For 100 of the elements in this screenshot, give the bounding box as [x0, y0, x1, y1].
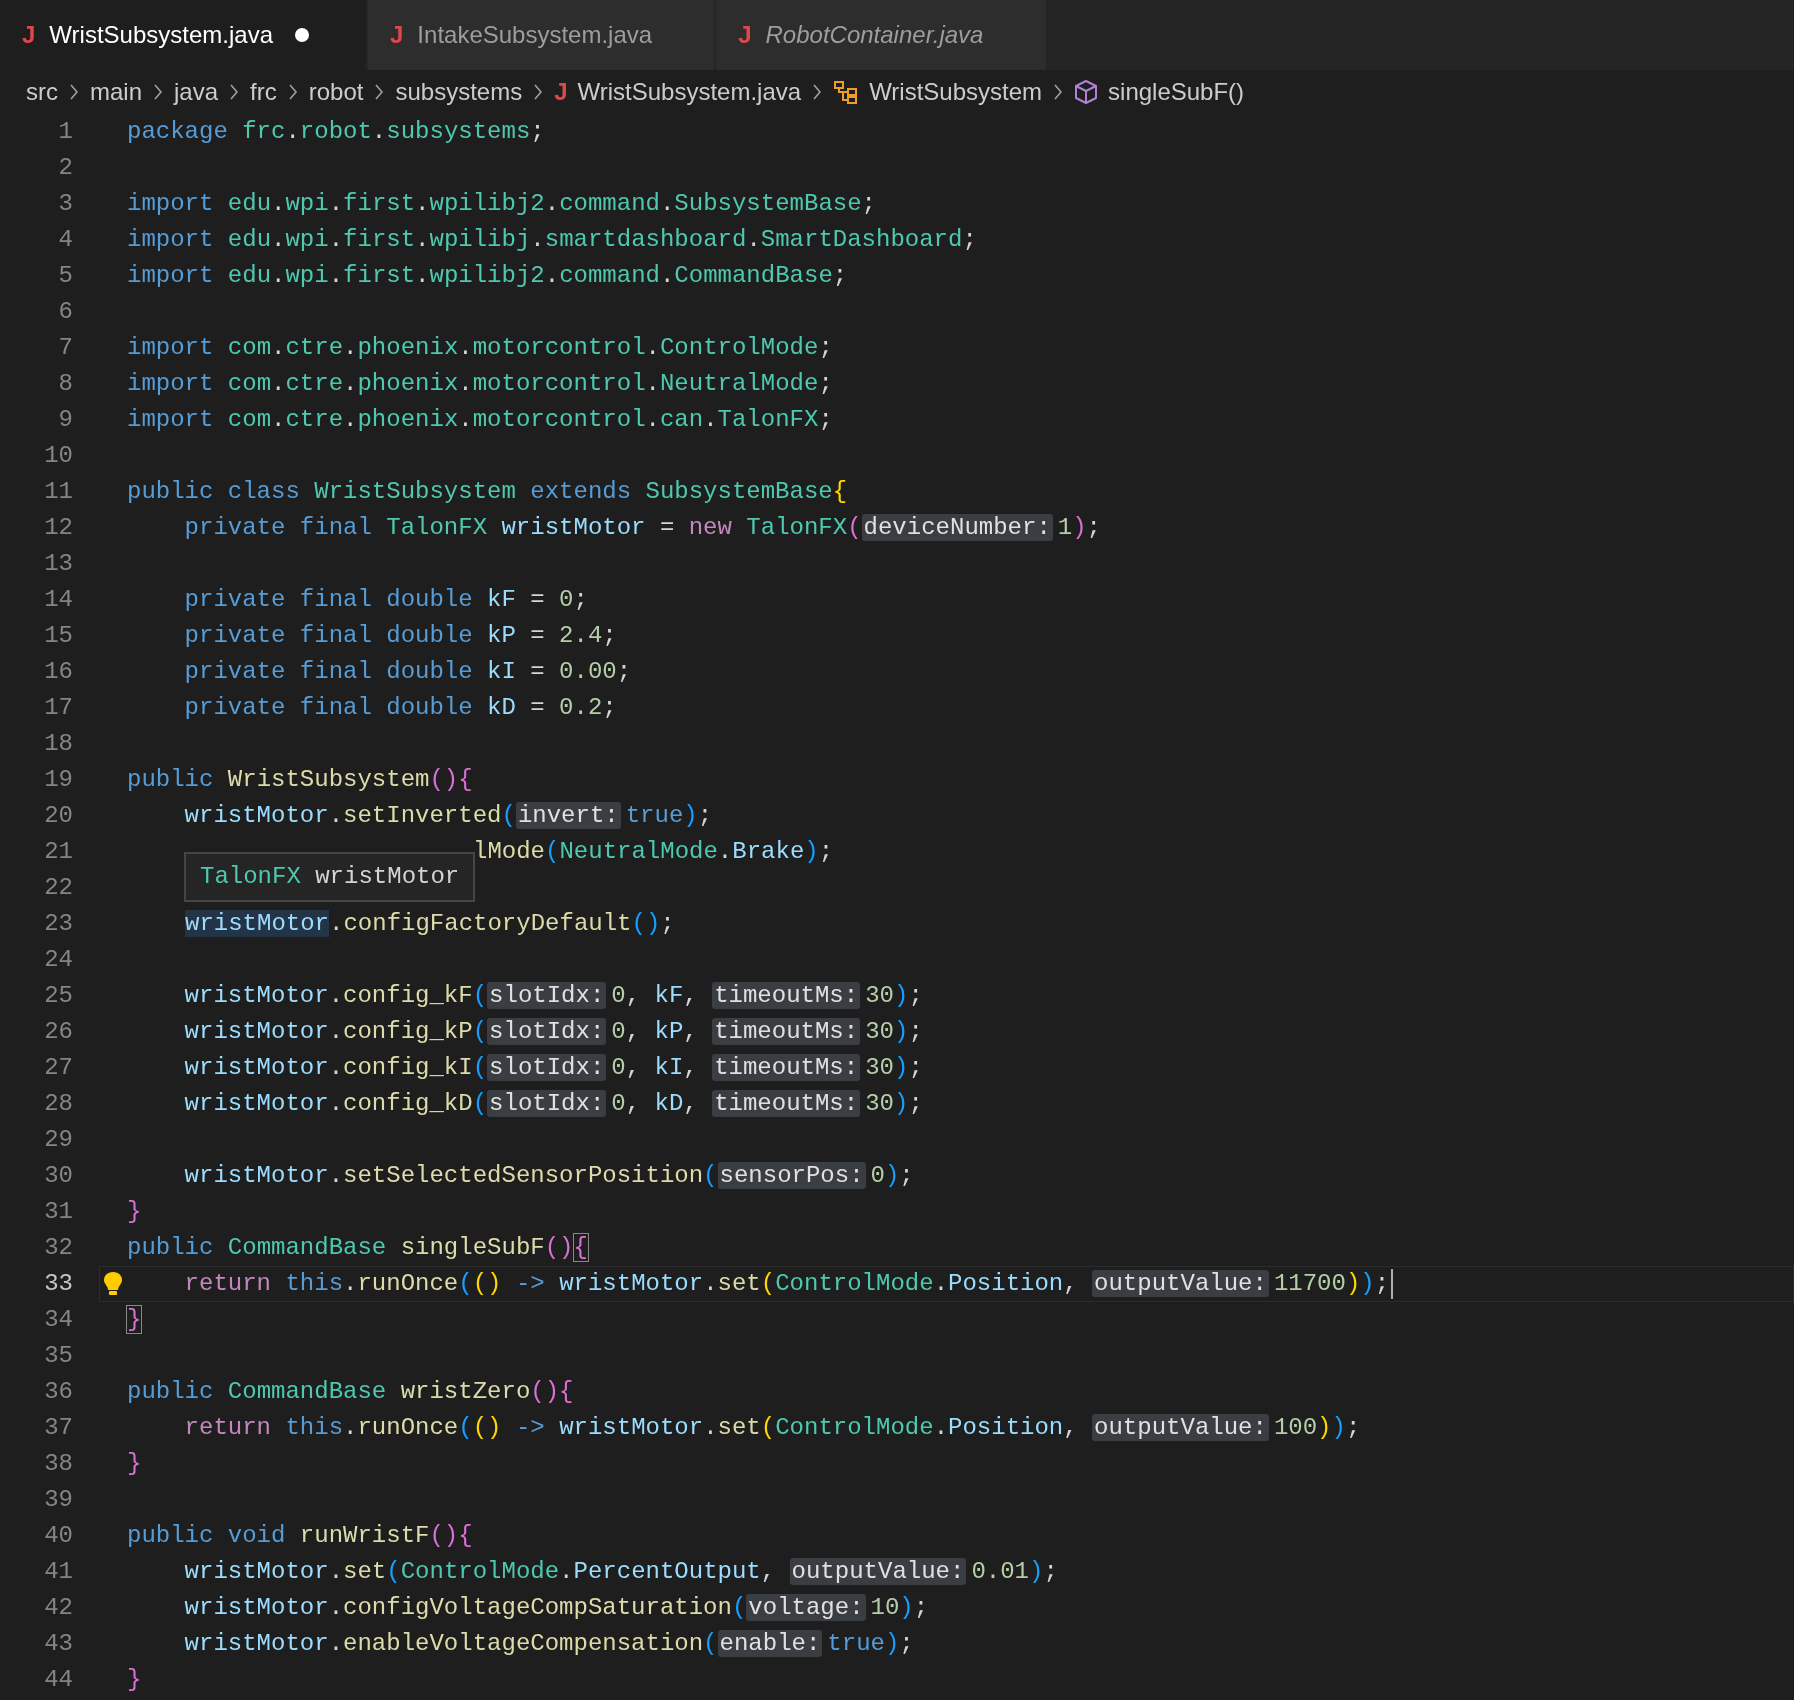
breadcrumb-item[interactable]: robot: [308, 78, 364, 106]
line-number: 5: [57, 261, 73, 291]
code-line: wristMotor.config_kI(slotIdx: 0, kI, timeoutMs: 30);: [183, 1053, 924, 1083]
line-number: 7: [57, 333, 73, 363]
code-line: wristMotor.config_kF(slotIdx: 0, kF, timeoutMs: 30);: [183, 981, 924, 1011]
breadcrumb-item[interactable]: java: [174, 78, 219, 106]
java-file-icon: J: [738, 21, 752, 49]
code-line: }: [126, 1665, 143, 1695]
code-line: }: [126, 1305, 143, 1335]
line-number: 29: [43, 1125, 73, 1155]
cube-icon: [1074, 79, 1099, 105]
class-icon: [833, 79, 860, 105]
code-line: public void runWristF(){: [126, 1521, 474, 1551]
code-line: import com.ctre.phoenix.motorcontrol.ControlMode;: [126, 333, 834, 363]
line-number: 10: [43, 441, 73, 471]
line-number: 21: [43, 837, 73, 867]
java-file-icon: J: [22, 21, 36, 49]
code-line: import edu.wpi.first.wpilibj2.command.CommandBase;: [126, 261, 849, 291]
line-number: 34: [43, 1305, 73, 1335]
unsaved-dot: [295, 28, 309, 42]
breadcrumb-item[interactable]: WristSubsystem.java: [577, 78, 802, 106]
code-line: private final double kI = 0.00;: [183, 657, 633, 687]
lightbulb-icon[interactable]: [102, 1270, 124, 1298]
line-number: 33: [43, 1269, 73, 1299]
breadcrumb-item[interactable]: singleSubF(): [1108, 78, 1245, 106]
line-number: 9: [57, 405, 73, 435]
code-line: import edu.wpi.first.wpilibj.smartdashboard.SmartDashboard;: [126, 225, 978, 255]
line-number: 1: [57, 117, 73, 147]
chevron-icon: [152, 82, 165, 102]
code-line: public CommandBase wristZero(){: [126, 1377, 575, 1407]
line-number: 19: [43, 765, 73, 795]
line-number: 42: [43, 1593, 73, 1623]
line-number: 8: [57, 369, 73, 399]
line-number: 26: [43, 1017, 73, 1047]
line-number: 12: [43, 513, 73, 543]
line-number: 36: [43, 1377, 73, 1407]
code-line: wristMotor.enableVoltageCompensation(enable: true);: [183, 1629, 915, 1659]
line-number: 25: [43, 981, 73, 1011]
code-line: private final double kF = 0;: [183, 585, 589, 615]
code-line: wristMotor.configVoltageCompSaturation(voltage: 10);: [183, 1593, 930, 1623]
code-line: private final double kP = 2.4;: [183, 621, 618, 651]
line-number: 35: [43, 1341, 73, 1371]
breadcrumb-item[interactable]: frc: [250, 78, 277, 106]
line-number: 2: [57, 153, 73, 183]
chevron-icon: [286, 82, 299, 102]
code-line: wristMotor.config_kD(slotIdx: 0, kD, timeoutMs: 30);: [183, 1089, 924, 1119]
chevron-icon: [532, 82, 545, 102]
chevron-icon: [1052, 82, 1065, 102]
code-line: import edu.wpi.first.wpilibj2.command.SubsystemBase;: [126, 189, 877, 219]
code-line: public WristSubsystem(){: [126, 765, 474, 795]
code-line: wristMotor.setSelectedSensorPosition(sensorPos: 0);: [183, 1161, 915, 1191]
breadcrumb-item[interactable]: WristSubsystem: [869, 78, 1043, 106]
line-number: 11: [43, 477, 73, 507]
java-file-icon: J: [554, 78, 568, 106]
breadcrumb-item[interactable]: src: [26, 78, 58, 106]
chevron-icon: [68, 82, 80, 102]
line-number: 15: [43, 621, 73, 651]
code-line: wristMotor.config_kP(slotIdx: 0, kP, timeoutMs: 30);: [183, 1017, 924, 1047]
breadcrumb-item[interactable]: main: [90, 78, 143, 106]
line-number: 4: [57, 225, 73, 255]
code-line: return this.runOnce(() -> wristMotor.set(ControlMode.Position, outputValue: 100));: [183, 1413, 1362, 1443]
line-number: 14: [43, 585, 73, 615]
chevron-icon: [373, 82, 386, 102]
line-number: 43: [43, 1629, 73, 1659]
line-number: 22: [43, 873, 73, 903]
code-line: wristMotor.configFactoryDefault();: [184, 909, 676, 939]
code-line: import com.ctre.phoenix.motorcontrol.can.TalonFX;: [126, 405, 834, 435]
line-number: 41: [43, 1557, 73, 1587]
editor-tab[interactable]: J WristSubsystem.java: [0, 0, 366, 70]
breadcrumb-item[interactable]: subsystems: [395, 78, 523, 106]
line-number: 30: [43, 1161, 73, 1191]
line-number: 44: [43, 1665, 73, 1695]
editor-tab[interactable]: J IntakeSubsystem.java: [368, 0, 715, 70]
code-line: wristMotor.setInverted(invert: true);: [183, 801, 714, 831]
line-number: 24: [43, 945, 73, 975]
chevron-icon: [811, 82, 824, 102]
line-number: 20: [43, 801, 73, 831]
hover-tooltip: TalonFX wristMotor: [184, 852, 476, 902]
line-number: 27: [43, 1053, 73, 1083]
line-number: 18: [43, 729, 73, 759]
line-number: 28: [43, 1089, 73, 1119]
code-line: }: [126, 1449, 143, 1479]
line-number: 23: [43, 909, 73, 939]
editor-tab[interactable]: J RobotContainer.java: [716, 0, 1047, 70]
line-number: 38: [43, 1449, 73, 1479]
line-number: 37: [43, 1413, 73, 1443]
code-line: import com.ctre.phoenix.motorcontrol.NeutralMode;: [126, 369, 834, 399]
line-number: 32: [43, 1233, 73, 1263]
chevron-icon: [228, 82, 241, 102]
line-number: 3: [57, 189, 73, 219]
line-number: 17: [43, 693, 73, 723]
line-number: 13: [43, 549, 73, 579]
code-line: public CommandBase singleSubF(){: [126, 1233, 589, 1263]
code-line: package frc.robot.subsystems;: [126, 117, 546, 147]
code-line: private final double kD = 0.2;: [183, 693, 618, 723]
java-file-icon: J: [390, 21, 404, 49]
line-number: 40: [43, 1521, 73, 1551]
line-number: 31: [43, 1197, 73, 1227]
line-number: 39: [43, 1485, 73, 1515]
code-line: wristMotor.set(ControlMode.PercentOutput, outputValue: 0.01);: [183, 1557, 1059, 1587]
